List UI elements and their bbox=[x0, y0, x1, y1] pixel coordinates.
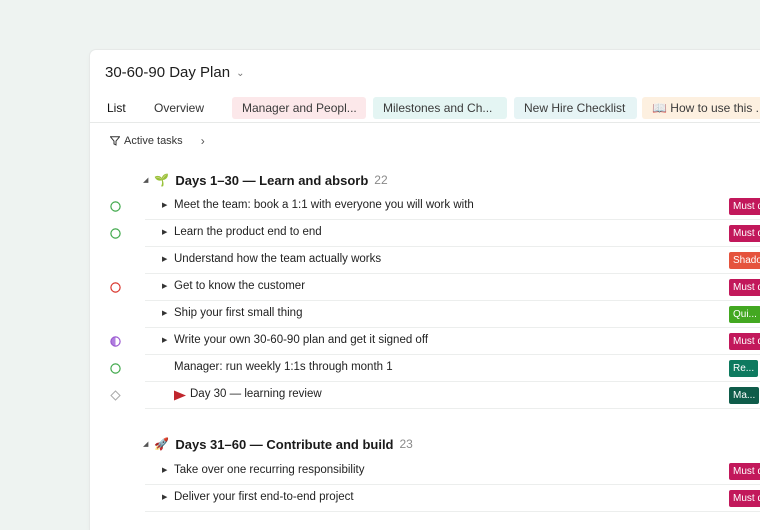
priority-tag[interactable]: Must do bbox=[729, 279, 760, 296]
status-circle-icon[interactable] bbox=[110, 282, 121, 293]
priority-tag[interactable]: Must do bbox=[729, 333, 760, 350]
collapse-caret-icon[interactable]: ◢ bbox=[143, 440, 148, 448]
tab-overview[interactable]: Overview bbox=[154, 97, 204, 119]
expand-caret-icon[interactable]: ▶ bbox=[162, 336, 167, 344]
priority-tag[interactable]: Ma... bbox=[729, 387, 760, 404]
group-title: Days 1–30 — Learn and absorb bbox=[175, 172, 369, 188]
priority-tag[interactable]: Re... bbox=[729, 360, 759, 377]
tab-how-to-use-this[interactable]: 📖 How to use this ... bbox=[642, 97, 760, 119]
task-row[interactable]: ▶ Write your own 30-60-90 plan and get it… bbox=[90, 328, 760, 355]
filter-label: Active tasks bbox=[124, 135, 183, 147]
row-divider bbox=[145, 408, 760, 409]
tab-list[interactable]: List bbox=[107, 97, 126, 119]
task-title[interactable]: Deliver your first end-to-end project bbox=[174, 491, 354, 503]
task-title[interactable]: Day 30 — learning review bbox=[190, 388, 322, 400]
task-title[interactable]: Take over one recurring responsibility bbox=[174, 464, 364, 476]
expand-caret-icon[interactable]: ▶ bbox=[162, 201, 167, 209]
status-circle-icon[interactable] bbox=[110, 201, 121, 212]
page-title[interactable]: 30-60-90 Day Plan bbox=[105, 64, 230, 81]
expand-caret-icon[interactable]: ▶ bbox=[162, 466, 167, 474]
task-title[interactable]: Understand how the team actually works bbox=[174, 253, 381, 265]
milestone-flag-icon bbox=[174, 390, 186, 401]
task-row[interactable]: ▶ Get to know the customer Must do bbox=[90, 274, 760, 301]
group-count: 23 bbox=[399, 437, 413, 451]
expand-caret-icon[interactable]: ▶ bbox=[162, 255, 167, 263]
task-row[interactable]: ▶ Understand how the team actually works S… bbox=[90, 247, 760, 274]
group-header-days-1-30[interactable]: ◢ 🌱 Days 1–30 — Learn and absorb 22 bbox=[143, 170, 388, 190]
task-row[interactable]: ▶ Ship your first small thing Qui... bbox=[90, 301, 760, 328]
task-row[interactable]: ▶ Take over one recurring responsibility M… bbox=[90, 458, 760, 485]
priority-tag[interactable]: Must do bbox=[729, 463, 760, 480]
tab-manager-and-people[interactable]: Manager and Peopl... bbox=[232, 97, 366, 119]
group-emoji: 🌱 bbox=[154, 173, 170, 187]
task-row[interactable]: ▶ Meet the team: book a 1:1 with everyone… bbox=[90, 193, 760, 220]
milestone-diamond-icon[interactable] bbox=[110, 390, 121, 401]
title-row[interactable]: 30-60-90 Day Plan ⌄ bbox=[105, 64, 244, 81]
collapse-caret-icon[interactable]: ◢ bbox=[143, 176, 148, 184]
task-title[interactable]: Get to know the customer bbox=[174, 280, 305, 292]
expand-caret-icon[interactable]: ▶ bbox=[162, 493, 167, 501]
priority-tag[interactable]: Must do bbox=[729, 225, 760, 242]
row-divider bbox=[145, 511, 760, 512]
chevron-down-icon[interactable]: ⌄ bbox=[236, 68, 244, 79]
priority-tag[interactable]: Must do bbox=[729, 198, 760, 215]
task-title[interactable]: Manager: run weekly 1:1s through month 1 bbox=[174, 361, 393, 373]
group-title: Days 31–60 — Contribute and build bbox=[175, 436, 394, 452]
task-row[interactable]: ▶ Deliver your first end-to-end project Mu… bbox=[90, 485, 760, 512]
status-circle-icon[interactable] bbox=[110, 228, 121, 239]
tab-new-hire-checklist[interactable]: New Hire Checklist bbox=[514, 97, 637, 119]
priority-tag[interactable]: Shadow bbox=[729, 252, 760, 269]
task-row[interactable]: ▶ Learn the product end to end Must do bbox=[90, 220, 760, 247]
filter-icon bbox=[110, 136, 120, 146]
group-header-days-31-60[interactable]: ◢ 🚀 Days 31–60 — Contribute and build 23 bbox=[143, 434, 413, 454]
tab-bar: List Overview Manager and Peopl... Miles… bbox=[90, 97, 760, 121]
tab-milestones-and-checkpoints[interactable]: Milestones and Ch... bbox=[373, 97, 507, 119]
tab-divider bbox=[90, 122, 760, 123]
expand-caret-icon[interactable]: ▶ bbox=[162, 228, 167, 236]
task-row[interactable]: Manager: run weekly 1:1s through month 1… bbox=[90, 355, 760, 382]
priority-tag[interactable]: Qui... bbox=[729, 306, 760, 323]
task-row[interactable]: Day 30 — learning review Ma... bbox=[90, 382, 760, 409]
chevron-right-icon[interactable]: › bbox=[201, 134, 205, 148]
group-emoji: 🚀 bbox=[154, 437, 170, 451]
document-panel: 30-60-90 Day Plan ⌄ List Overview Manage… bbox=[90, 50, 760, 530]
status-circle-icon[interactable] bbox=[110, 363, 121, 374]
task-title[interactable]: Meet the team: book a 1:1 with everyone … bbox=[174, 199, 474, 211]
priority-tag[interactable]: Must do bbox=[729, 490, 760, 507]
expand-caret-icon[interactable]: ▶ bbox=[162, 309, 167, 317]
active-tasks-filter[interactable]: Active tasks › bbox=[110, 134, 205, 148]
status-half-circle-icon[interactable] bbox=[110, 336, 121, 347]
task-title[interactable]: Learn the product end to end bbox=[174, 226, 322, 238]
group-count: 22 bbox=[374, 173, 388, 187]
task-title[interactable]: Write your own 30-60-90 plan and get it … bbox=[174, 334, 428, 346]
expand-caret-icon[interactable]: ▶ bbox=[162, 282, 167, 290]
task-title[interactable]: Ship your first small thing bbox=[174, 307, 302, 319]
